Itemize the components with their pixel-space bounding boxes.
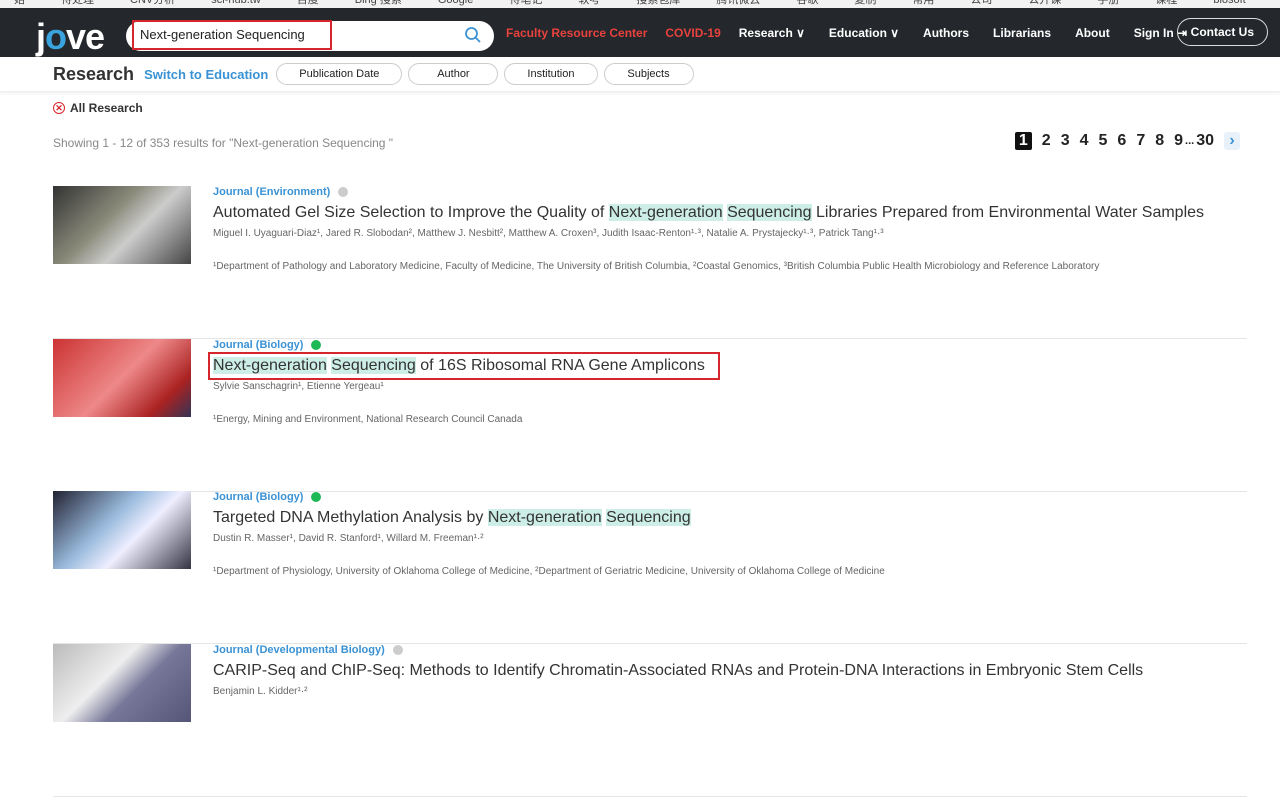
result-thumbnail[interactable] (53, 338, 191, 417)
access-status-dot-icon (311, 492, 322, 502)
search-result: Journal (Biology) Targeted DNA Methylatio… (53, 491, 1247, 644)
nav-education[interactable]: Education ∨ (829, 26, 899, 40)
page-7[interactable]: 7 (1136, 132, 1145, 150)
result-title[interactable]: Next-generation Sequencing of 16S Riboso… (208, 351, 720, 380)
pagination-ellipsis: ... (1185, 135, 1195, 147)
results-count: Showing 1 - 12 of 353 results for "Next-… (53, 136, 394, 150)
journal-label[interactable]: Journal (Developmental Biology) (213, 644, 1143, 656)
result-title-text[interactable]: Next-generation Sequencing of 16S Riboso… (208, 351, 720, 380)
page-title: Research (53, 63, 135, 84)
result-title[interactable]: Automated Gel Size Selection to Improve … (213, 204, 1204, 222)
result-affiliations: ¹Department of Pathology and Laboratory … (213, 261, 1100, 272)
nav-research[interactable]: Research ∨ (739, 26, 805, 40)
contact-us-button[interactable]: Contact Us (1176, 18, 1268, 46)
result-title[interactable]: Targeted DNA Methylation Analysis by Nex… (213, 509, 885, 527)
result-body: Journal (Developmental Biology) CARIP-Seq… (213, 644, 1143, 697)
jove-logo[interactable]: jove (36, 16, 105, 58)
journal-name[interactable]: Journal (Developmental Biology) (213, 644, 385, 656)
page-3[interactable]: 3 (1061, 132, 1070, 150)
search-input[interactable]: Next-generation Sequencing (132, 20, 332, 50)
search-result: Journal (Biology) Next-generation Sequenc… (53, 338, 1247, 492)
filter-institution[interactable]: Institution (504, 63, 598, 85)
page-9[interactable]: 9 (1174, 132, 1183, 150)
nav-covid-19[interactable]: COVID-19 (665, 26, 720, 40)
nav-faculty-resource-center[interactable]: Faculty Resource Center (506, 26, 647, 40)
result-authors: Dustin R. Masser¹, David R. Stanford¹, W… (213, 533, 484, 544)
result-title-text[interactable]: CARIP-Seq and ChIP-Seq: Methods to Ident… (213, 662, 1143, 679)
switch-to-education-link[interactable]: Switch to Education (144, 67, 268, 82)
result-authors: Miguel I. Uyaguari-Diaz¹, Jared R. Slobo… (213, 228, 884, 239)
nav-authors[interactable]: Authors (923, 26, 969, 40)
journal-name[interactable]: Journal (Biology) (213, 339, 303, 351)
result-affiliations: ¹Energy, Mining and Environment, Nationa… (213, 413, 523, 425)
result-thumbnail[interactable] (53, 643, 191, 722)
result-authors: Benjamin L. Kidder¹·² (213, 685, 308, 697)
result-body: Journal (Biology) Next-generation Sequenc… (208, 339, 720, 425)
access-status-dot-icon (392, 644, 403, 655)
journal-label[interactable]: Journal (Biology) (213, 339, 715, 351)
page-5[interactable]: 5 (1099, 132, 1108, 150)
highlight: Next-generation (608, 204, 723, 221)
all-research-label: All Research (70, 101, 143, 115)
result-thumbnail[interactable] (53, 491, 191, 569)
result-thumbnail[interactable] (53, 186, 191, 264)
journal-label[interactable]: Journal (Environment) (213, 186, 1204, 198)
journal-label[interactable]: Journal (Biology) (213, 491, 885, 503)
search-result: Journal (Developmental Biology) CARIP-Seq… (53, 643, 1247, 797)
highlight: Next-generation (487, 509, 602, 526)
result-body: Journal (Environment) Automated Gel Size … (213, 186, 1204, 272)
filter-author[interactable]: Author (408, 63, 499, 85)
page-2[interactable]: 2 (1042, 132, 1051, 150)
bookmarks-bar: 始待处理 CNV分析 sci-hub.tw 百度 Bing 搜索 Google 待笔记 软考搜… (0, 0, 1280, 8)
access-status-dot-icon (311, 339, 322, 350)
journal-name[interactable]: Journal (Biology) (213, 491, 303, 503)
nav-about[interactable]: About (1075, 26, 1110, 40)
result-affiliations: ¹Department of Physiology, University of… (213, 566, 885, 577)
search-icon[interactable] (464, 26, 482, 44)
page-8[interactable]: 8 (1155, 132, 1164, 150)
next-page-button[interactable]: › (1224, 132, 1240, 150)
highlight: Sequencing (606, 509, 691, 526)
highlight: Sequencing (331, 356, 416, 374)
journal-name[interactable]: Journal (Environment) (213, 186, 330, 198)
page-4[interactable]: 4 (1080, 132, 1089, 150)
all-research-filter[interactable]: ✕ All Research (53, 101, 143, 115)
search-result: Journal (Environment) Automated Gel Size … (53, 186, 1247, 339)
top-nav: jove Next-generation Sequencing Faculty … (0, 8, 1280, 57)
search-box: Next-generation Sequencing (126, 20, 494, 51)
page-1[interactable]: 1 (1014, 132, 1032, 150)
sub-nav: Research Switch to Education Publication… (0, 57, 1280, 92)
highlight: Sequencing (727, 204, 812, 221)
filter-subjects[interactable]: Subjects (603, 63, 694, 85)
result-authors: Sylvie Sanschagrin¹, Etienne Yergeau¹ (213, 380, 384, 392)
close-icon[interactable]: ✕ (53, 102, 65, 114)
pagination: 1 2 3 4 5 6 7 8 9... 30 › (1005, 132, 1240, 150)
highlight: Next-generation (213, 356, 327, 374)
result-title-text[interactable]: Targeted DNA Methylation Analysis by Nex… (213, 509, 691, 526)
filter-publication-date[interactable]: Publication Date (276, 63, 403, 85)
result-title[interactable]: CARIP-Seq and ChIP-Seq: Methods to Ident… (213, 662, 1143, 680)
page-30[interactable]: 30 (1196, 132, 1214, 150)
result-body: Journal (Biology) Targeted DNA Methylatio… (213, 491, 885, 577)
page-6[interactable]: 6 (1117, 132, 1126, 150)
result-title-text[interactable]: Automated Gel Size Selection to Improve … (213, 204, 1204, 221)
nav-librarians[interactable]: Librarians (993, 26, 1051, 40)
access-status-dot-icon (338, 187, 349, 197)
